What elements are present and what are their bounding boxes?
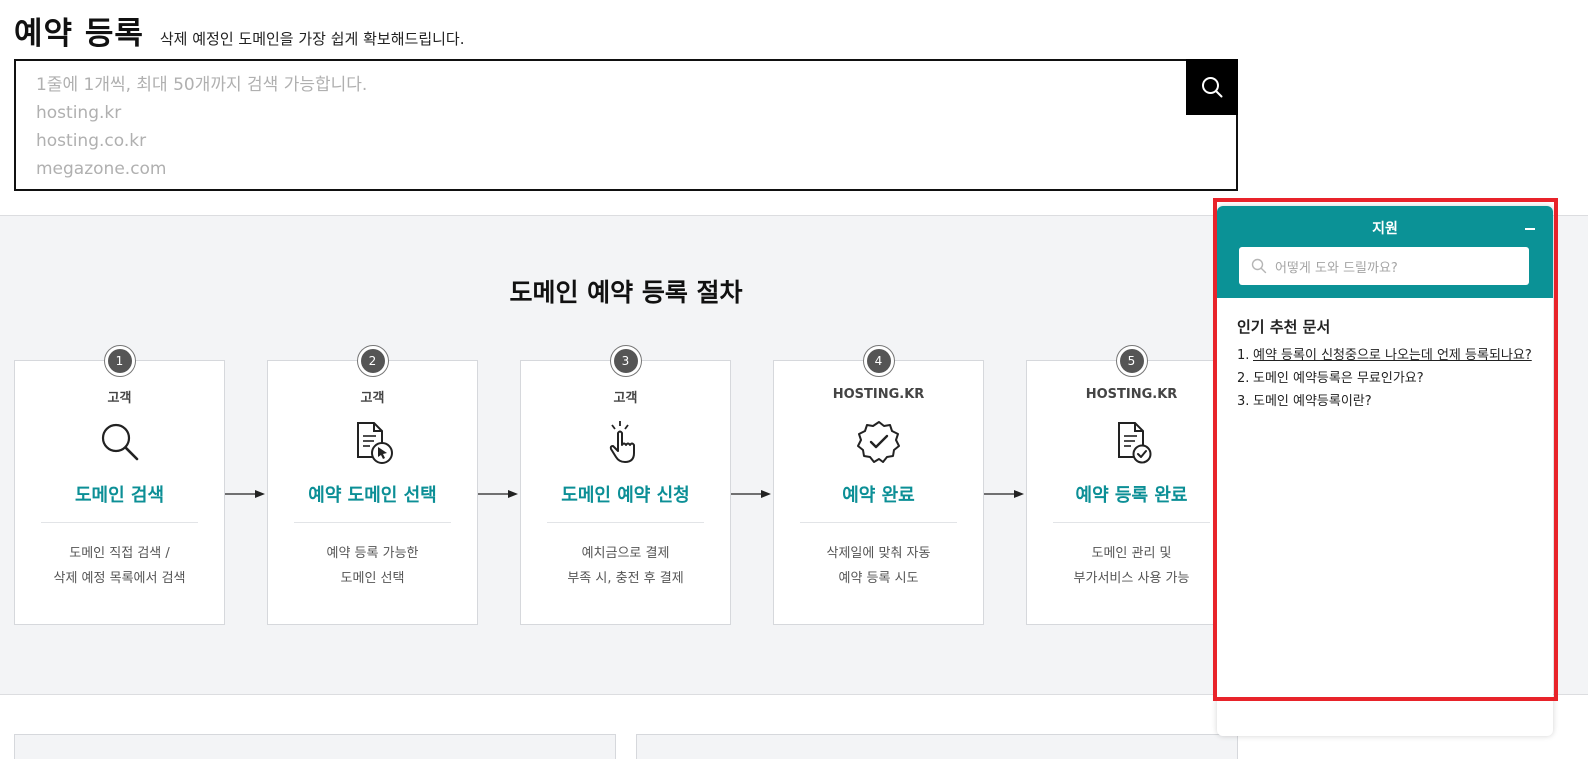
popular-docs-list: 1. 예약 등록이 신청중으로 나오는데 언제 등록되나요? 2. 도메인 예약… [1237, 347, 1533, 410]
popular-doc-item: 3. 도메인 예약등록이란? [1237, 393, 1533, 410]
badge-check-icon [856, 421, 900, 463]
placeholder-line: hosting.kr [36, 103, 122, 123]
support-widget: 지원 어떻게 도와 드릴까요? 인기 추천 문서 1. 예약 등록이 신청중으로… [1217, 206, 1553, 736]
step-number: 1 [103, 345, 136, 377]
support-title: 지원 [1372, 221, 1398, 237]
popular-docs-title: 인기 추천 문서 [1237, 318, 1331, 336]
step-number: 3 [609, 345, 642, 377]
step-name: 도메인 예약 신청 [561, 485, 690, 506]
step-name: 예약 등록 완료 [1075, 485, 1188, 506]
step-description: 도메인 직접 검색 / 삭제 예정 목록에서 검색 [15, 541, 224, 591]
step-description: 예치금으로 결제 부족 시, 충전 후 결제 [521, 541, 730, 591]
page-header: 예약 등록 삭제 예정인 도메인을 가장 쉽게 확보해드립니다. [14, 8, 465, 53]
step-card: 3 고객 도메인 예약 신청 예치금으로 결제 부족 시, 충전 후 결제 [520, 345, 731, 625]
procedure-title: 도메인 예약 등록 절차 [509, 278, 743, 307]
popular-doc-item: 1. 예약 등록이 신청중으로 나오는데 언제 등록되나요? [1237, 347, 1533, 364]
step-name: 도메인 검색 [74, 485, 165, 506]
search-button[interactable] [1186, 59, 1238, 115]
step-description-line: 삭제일에 맞춰 자동 [826, 546, 931, 561]
divider [800, 522, 957, 523]
step-number: 4 [862, 345, 895, 377]
search-icon [1202, 77, 1223, 98]
placeholder-line: hosting.co.kr [36, 131, 147, 151]
step-actor: 고객 [107, 391, 132, 406]
step-actor: HOSTING.KR [1085, 387, 1178, 402]
step-description-line: 삭제 예정 목록에서 검색 [53, 571, 186, 586]
page: 예약 등록 삭제 예정인 도메인을 가장 쉽게 확보해드립니다. 1줄에 1개씩… [0, 0, 1588, 759]
support-header: 지원 어떻게 도와 드릴까요? [1217, 206, 1553, 298]
arrow-right-icon [225, 490, 265, 498]
search-icon [1251, 258, 1267, 274]
step-actor: 고객 [613, 391, 638, 406]
popular-doc-link[interactable]: 예약 등록이 신청중으로 나오는데 언제 등록되나요? [1253, 347, 1532, 364]
popular-doc-number: 2. [1237, 371, 1250, 386]
placeholder-line: 1줄에 1개씩, 최대 50개까지 검색 가능합니다. [36, 75, 368, 95]
document-cursor-icon [356, 422, 393, 464]
step-card: 2 고객 예약 도메인 선택 예약 등록 가능한 도메인 선택 [267, 345, 478, 625]
step-actor: 고객 [360, 391, 385, 406]
arrow-right-icon [984, 490, 1024, 498]
support-body: 인기 추천 문서 1. 예약 등록이 신청중으로 나오는데 언제 등록되나요? … [1217, 298, 1553, 434]
minimize-button[interactable] [1521, 220, 1539, 234]
step-description-line: 예약 등록 가능한 [326, 546, 419, 561]
step-number: 5 [1115, 345, 1148, 377]
arrow-right-icon [731, 490, 771, 498]
step-number: 2 [356, 345, 389, 377]
bottom-card [636, 734, 1238, 759]
support-search-placeholder: 어떻게 도와 드릴까요? [1275, 260, 1398, 276]
step-number-label: 2 [360, 349, 385, 373]
page-title: 예약 등록 [14, 16, 144, 52]
support-search-input[interactable]: 어떻게 도와 드릴까요? [1239, 247, 1529, 285]
popular-doc-link[interactable]: 도메인 예약등록은 무료인가요? [1253, 370, 1424, 387]
step-description: 도메인 관리 및 부가서비스 사용 가능 [1027, 541, 1236, 591]
domain-search-box: 1줄에 1개씩, 최대 50개까지 검색 가능합니다. hosting.kr h… [14, 59, 1238, 191]
step-description-line: 도메인 선택 [340, 571, 405, 586]
step-description-line: 예치금으로 결제 [581, 546, 670, 561]
popular-doc-number: 1. [1237, 348, 1250, 363]
document-check-icon [1117, 422, 1151, 464]
step-card: 1 고객 도메인 검색 도메인 직접 검색 / 삭제 예정 목록에서 검색 [14, 345, 225, 625]
step-number-label: 4 [866, 349, 891, 373]
bottom-card [14, 734, 616, 759]
divider [1053, 522, 1210, 523]
search-icon [101, 423, 138, 461]
step-description-line: 도메인 관리 및 [1091, 546, 1172, 561]
step-card: 5 HOSTING.KR 예약 등록 완료 도메인 관리 및 부가서비스 사용 … [1026, 345, 1237, 625]
divider [547, 522, 704, 523]
step-description-line: 도메인 직접 검색 / [69, 546, 170, 561]
arrow-right-icon [478, 490, 518, 498]
step-card: 4 HOSTING.KR 예약 완료 삭제일에 맞춰 자동 예약 등록 시도 [773, 345, 984, 625]
step-name: 예약 도메인 선택 [308, 485, 437, 506]
placeholder-line: megazone.com [36, 159, 167, 179]
step-description-line: 부족 시, 충전 후 결제 [567, 571, 684, 586]
hand-tap-icon [609, 421, 635, 463]
popular-doc-item: 2. 도메인 예약등록은 무료인가요? [1237, 370, 1533, 387]
step-number-label: 3 [613, 349, 638, 373]
step-number-label: 1 [107, 349, 132, 373]
divider [294, 522, 451, 523]
popular-doc-link[interactable]: 도메인 예약등록이란? [1253, 393, 1372, 410]
step-number-label: 5 [1119, 349, 1144, 373]
step-name: 예약 완료 [842, 485, 915, 506]
step-description-line: 예약 등록 시도 [838, 571, 919, 586]
step-actor: HOSTING.KR [832, 387, 925, 402]
page-subtitle: 삭제 예정인 도메인을 가장 쉽게 확보해드립니다. [159, 30, 465, 48]
step-description: 예약 등록 가능한 도메인 선택 [268, 541, 477, 591]
divider [41, 522, 198, 523]
popular-doc-number: 3. [1237, 394, 1250, 409]
domain-search-textarea[interactable]: 1줄에 1개씩, 최대 50개까지 검색 가능합니다. hosting.kr h… [36, 71, 1176, 183]
step-description: 삭제일에 맞춰 자동 예약 등록 시도 [774, 541, 983, 591]
step-description-line: 부가서비스 사용 가능 [1073, 571, 1190, 586]
